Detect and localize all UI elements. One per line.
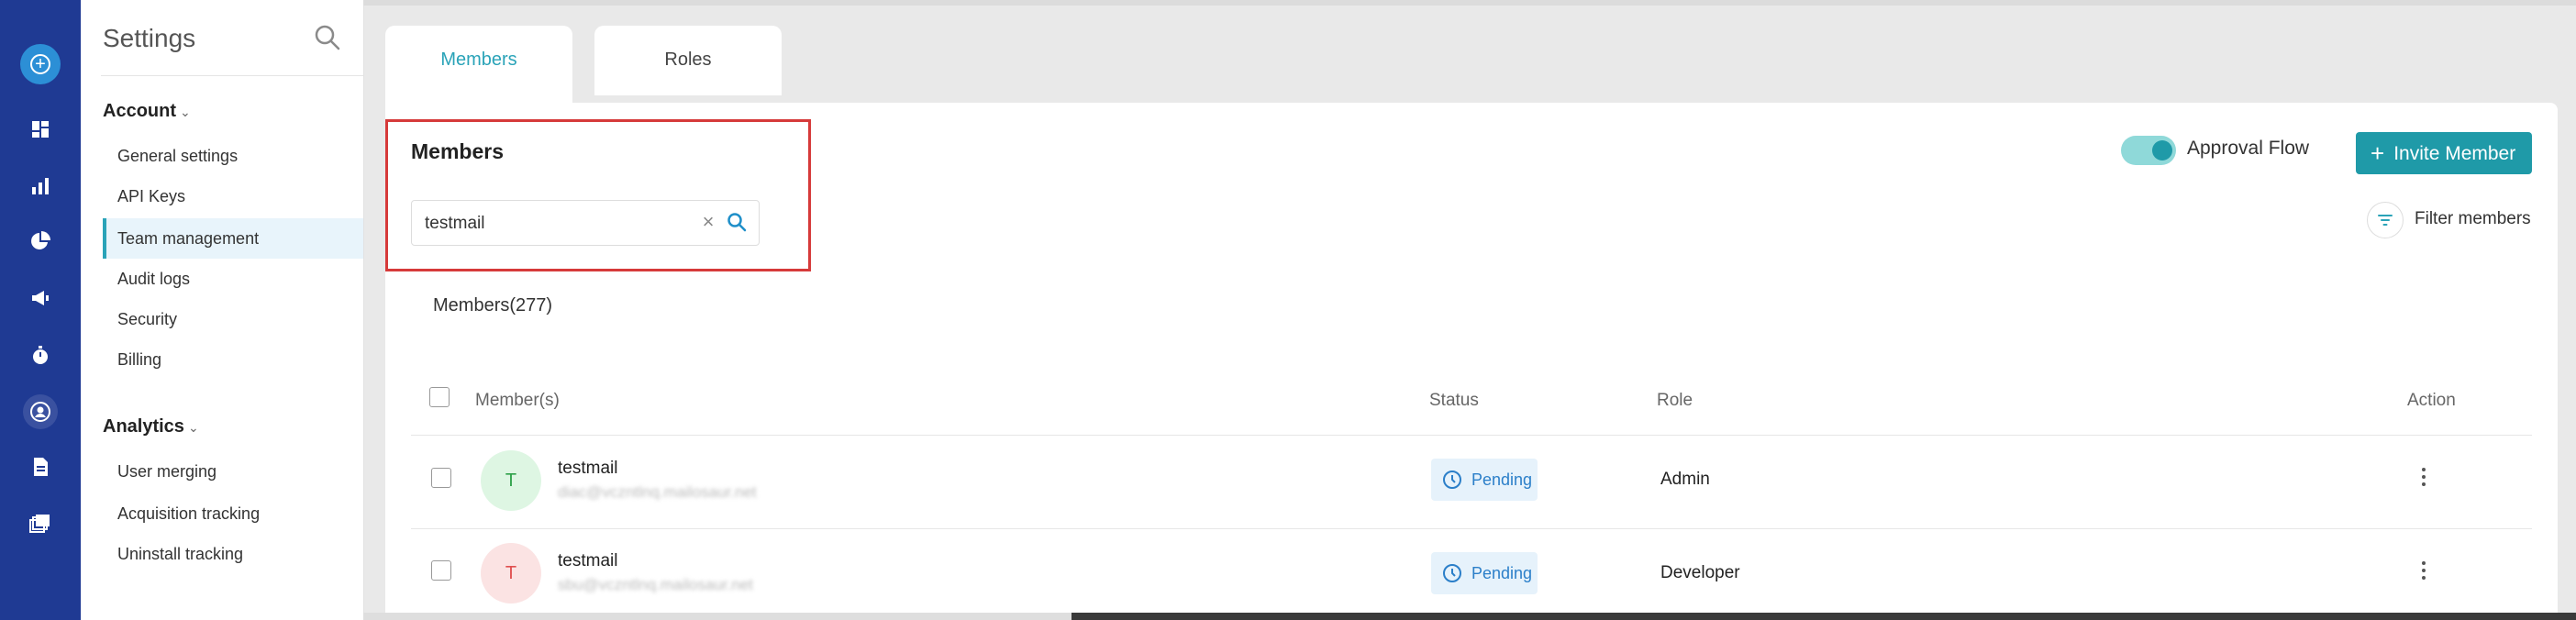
- sidebar-title: Settings: [103, 24, 196, 52]
- invite-member-button[interactable]: + Invite Member: [2356, 132, 2532, 174]
- highlight-box: [385, 119, 811, 271]
- dashboard-icon[interactable]: [28, 117, 52, 141]
- sidebar-item-team-management[interactable]: Team management: [103, 218, 363, 259]
- document-icon[interactable]: [28, 455, 52, 479]
- header-action: Action: [2407, 391, 2456, 410]
- row-divider: [411, 528, 2532, 529]
- sidebar-item-acquisition-tracking[interactable]: Acquisition tracking: [103, 493, 363, 534]
- plus-icon: +: [2371, 139, 2385, 167]
- filter-icon[interactable]: [2367, 202, 2404, 238]
- approval-flow-toggle[interactable]: [2121, 136, 2176, 165]
- close-icon[interactable]: ×: [698, 212, 718, 232]
- chevron-down-icon: ⌄: [180, 105, 191, 119]
- search-icon[interactable]: [726, 211, 748, 233]
- bottom-edge: [363, 613, 1071, 620]
- status-text: Pending: [1471, 564, 1533, 582]
- pie-chart-icon[interactable]: [28, 229, 52, 253]
- sidebar-item-user-merging[interactable]: User merging: [103, 451, 363, 492]
- settings-sidebar: Settings Account ⌄ General settings API K…: [81, 0, 364, 620]
- chevron-down-icon: ⌄: [187, 420, 199, 435]
- approval-flow-label: Approval Flow: [2187, 138, 2310, 159]
- status-text: Pending: [1471, 471, 1533, 489]
- member-role: Developer: [1660, 563, 1740, 582]
- invite-member-label: Invite Member: [2393, 143, 2516, 164]
- header-status: Status: [1429, 391, 1479, 410]
- sidebar-item-security[interactable]: Security: [103, 299, 363, 339]
- section-analytics[interactable]: Analytics ⌄: [103, 416, 199, 437]
- tab-roles[interactable]: Roles: [594, 26, 782, 95]
- member-email: sbu@vczntlnq.mailosaur.net: [558, 576, 753, 593]
- section-account[interactable]: Account ⌄: [103, 101, 191, 122]
- row-checkbox[interactable]: [431, 468, 451, 488]
- sidebar-item-general-settings[interactable]: General settings: [103, 136, 363, 176]
- background-window-strip: [1071, 613, 2576, 620]
- clock-icon: [1443, 471, 1461, 489]
- members-count: Members(277): [433, 295, 553, 316]
- app-nav-rail: +: [0, 0, 81, 620]
- more-options-icon[interactable]: [2420, 561, 2427, 583]
- user-circle-icon[interactable]: [23, 394, 58, 429]
- search-icon[interactable]: [312, 22, 343, 53]
- clock-icon: [1443, 564, 1461, 582]
- sidebar-divider: [101, 75, 363, 76]
- create-button[interactable]: +: [20, 44, 61, 84]
- sidebar-item-api-keys[interactable]: API Keys: [103, 176, 363, 216]
- sidebar-item-uninstall-tracking[interactable]: Uninstall tracking: [103, 534, 363, 574]
- more-options-icon[interactable]: [2420, 468, 2427, 490]
- search-input[interactable]: [423, 210, 702, 238]
- filter-members-label[interactable]: Filter members: [2415, 209, 2531, 229]
- layers-icon[interactable]: [28, 512, 52, 536]
- bar-chart-icon[interactable]: [28, 174, 52, 198]
- megaphone-icon[interactable]: [28, 286, 52, 310]
- section-analytics-label: Analytics: [103, 416, 184, 437]
- tab-members[interactable]: Members: [385, 26, 572, 105]
- member-role: Admin: [1660, 470, 1710, 489]
- header-members: Member(s): [475, 391, 560, 410]
- status-badge: Pending: [1431, 459, 1538, 501]
- row-checkbox[interactable]: [431, 560, 451, 581]
- status-badge: Pending: [1431, 552, 1538, 594]
- header-role: Role: [1657, 391, 1693, 410]
- member-search-box[interactable]: ×: [411, 200, 760, 246]
- member-email: diac@vczntlnq.mailosaur.net: [558, 483, 757, 501]
- plus-icon: +: [30, 54, 50, 74]
- top-bar: [363, 0, 2576, 6]
- member-name: testmail: [558, 459, 618, 478]
- select-all-checkbox[interactable]: [429, 387, 450, 407]
- member-name: testmail: [558, 551, 618, 570]
- sidebar-item-billing[interactable]: Billing: [103, 339, 363, 380]
- toggle-knob: [2152, 140, 2172, 161]
- section-account-label: Account: [103, 101, 176, 121]
- avatar: T: [481, 450, 541, 511]
- avatar: T: [481, 543, 541, 603]
- header-divider: [411, 435, 2532, 436]
- sidebar-item-audit-logs[interactable]: Audit logs: [103, 259, 363, 299]
- stopwatch-icon[interactable]: [28, 343, 52, 367]
